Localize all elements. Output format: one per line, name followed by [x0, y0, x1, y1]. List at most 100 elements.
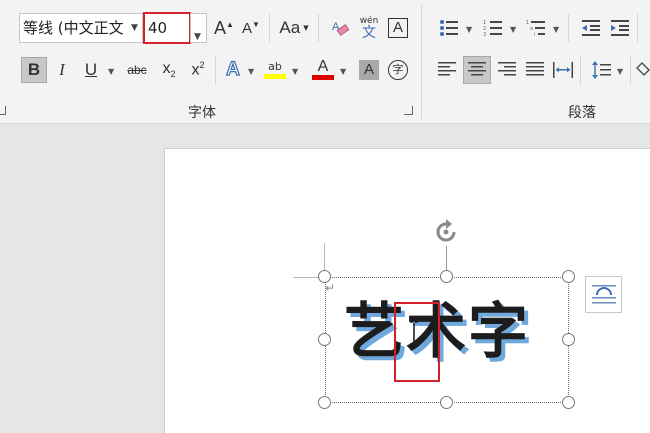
subscript-button[interactable]: x2 — [156, 57, 182, 83]
line-spacing-dropdown-icon[interactable]: ▼ — [617, 67, 623, 76]
align-left-button[interactable] — [434, 57, 460, 83]
svg-text:i: i — [534, 32, 535, 37]
subscript-icon: x2 — [162, 60, 176, 80]
text-effects-icon: A — [226, 58, 241, 80]
align-left-icon — [438, 62, 456, 76]
character-border-button[interactable]: A — [385, 15, 411, 41]
superscript-icon: x2 — [191, 60, 205, 79]
bullets-button[interactable] — [436, 15, 462, 41]
chevron-down-icon: ▼ — [303, 24, 309, 32]
line-spacing-icon — [592, 61, 611, 79]
underline-button[interactable]: U — [78, 57, 104, 83]
multilevel-list-button[interactable]: 1 a i — [523, 15, 549, 41]
wordart-char: 字 — [468, 297, 528, 367]
separator — [215, 56, 216, 84]
resize-handle-top[interactable] — [440, 270, 453, 283]
italic-label: I — [59, 60, 65, 79]
shrink-font-icon: A▼ — [242, 19, 260, 37]
separator — [568, 14, 569, 42]
underline-dropdown-icon[interactable]: ▼ — [108, 67, 114, 76]
font-group-label: 字体 — [188, 105, 216, 121]
strikethrough-button[interactable]: abc — [122, 57, 152, 83]
wordart-text-box[interactable]: 艺 术 字 — [325, 277, 569, 403]
highlight-dropdown-icon[interactable]: ▼ — [292, 67, 298, 76]
shrink-font-button[interactable]: A▼ — [238, 15, 264, 41]
superscript-button[interactable]: x2 — [185, 57, 211, 83]
resize-handle-bottom[interactable] — [440, 396, 453, 409]
numbering-button[interactable]: 1 2 3 — [480, 15, 506, 41]
distributed-button[interactable] — [550, 57, 576, 83]
highlight-button[interactable]: ab — [262, 56, 288, 82]
resize-handle-top-left[interactable] — [318, 270, 331, 283]
rotate-handle-icon[interactable] — [432, 218, 460, 246]
layout-options-button[interactable] — [585, 276, 622, 313]
grow-font-button[interactable]: A▲ — [211, 15, 237, 41]
shading-button[interactable] — [636, 57, 650, 83]
resize-handle-right[interactable] — [562, 333, 575, 346]
highlighter-icon: ab — [268, 59, 282, 73]
resize-handle-bottom-left[interactable] — [318, 396, 331, 409]
separator — [580, 56, 581, 84]
svg-text:a: a — [530, 26, 533, 32]
character-shading-icon: A — [359, 60, 379, 80]
grow-font-icon: A▲ — [214, 17, 234, 38]
enclose-characters-icon: 字 — [388, 60, 408, 80]
font-color-dropdown-icon[interactable]: ▼ — [340, 67, 346, 76]
increase-indent-button[interactable] — [607, 15, 633, 41]
text-cursor-icon — [410, 321, 418, 345]
underline-label: U — [84, 60, 98, 79]
text-effects-button[interactable]: A — [220, 57, 246, 83]
strikethrough-label: abc — [127, 63, 147, 77]
align-right-icon — [498, 62, 516, 76]
resize-handle-bottom-right[interactable] — [562, 396, 575, 409]
font-name-combo[interactable]: 等线 (中文正文 — [19, 13, 143, 43]
bold-button[interactable]: B — [21, 57, 47, 83]
clipboard-dialog-launcher-icon[interactable] — [0, 106, 6, 115]
change-case-button[interactable]: Aa ▼ — [275, 15, 313, 41]
italic-button[interactable]: I — [49, 57, 75, 83]
paragraph-group-label: 段落 — [568, 105, 596, 121]
separator — [637, 14, 638, 42]
paint-bucket-icon — [636, 62, 650, 76]
text-effects-dropdown-icon[interactable]: ▼ — [248, 67, 254, 76]
numbering-icon: 1 2 3 — [483, 20, 502, 37]
increase-indent-icon — [611, 20, 629, 36]
decrease-indent-button[interactable] — [578, 15, 604, 41]
bullets-icon — [440, 20, 458, 36]
resize-handle-top-right[interactable] — [562, 270, 575, 283]
font-size-dropdown[interactable]: ▼ — [190, 13, 207, 43]
change-case-label: Aa — [279, 18, 301, 37]
font-dialog-launcher-icon[interactable] — [404, 106, 413, 115]
character-shading-button[interactable]: A — [356, 57, 382, 83]
font-size-input[interactable]: 40 — [143, 12, 191, 44]
align-right-button[interactable] — [494, 57, 520, 83]
line-spacing-button[interactable] — [588, 57, 614, 83]
group-separator — [421, 5, 422, 119]
clear-formatting-button[interactable]: A — [327, 15, 353, 41]
font-name-value: 等线 (中文正文 — [23, 19, 124, 37]
highlight-color-bar — [264, 73, 286, 79]
align-center-button[interactable] — [463, 56, 491, 84]
ribbon: 等线 (中文正文 ▼ 40 ▼ A▲ A▼ Aa ▼ A wén 文 A B I… — [0, 0, 650, 124]
numbering-dropdown-icon[interactable]: ▼ — [510, 25, 516, 34]
phonetic-guide-icon: 文 — [362, 24, 376, 41]
eraser-icon: A — [332, 21, 350, 36]
resize-handle-left[interactable] — [318, 333, 331, 346]
align-center-icon — [468, 62, 486, 76]
enclose-characters-button[interactable]: 字 — [385, 57, 411, 83]
multilevel-list-icon: 1 a i — [526, 20, 545, 37]
phonetic-guide-button[interactable]: wén 文 — [356, 13, 382, 43]
multilevel-dropdown-icon[interactable]: ▼ — [553, 25, 559, 34]
bullets-dropdown-icon[interactable]: ▼ — [466, 25, 472, 34]
phonetic-guide-top: wén — [359, 15, 379, 26]
bold-label: B — [27, 60, 41, 79]
separator — [269, 14, 270, 42]
font-color-button[interactable]: A — [310, 56, 336, 82]
character-border-icon: A — [388, 18, 408, 38]
distributed-icon — [553, 62, 573, 78]
justify-icon — [526, 62, 544, 76]
svg-text:3: 3 — [483, 32, 486, 37]
layout-options-icon — [591, 284, 616, 303]
justify-button[interactable] — [522, 57, 548, 83]
font-name-dropdown-icon[interactable]: ▼ — [131, 23, 138, 33]
